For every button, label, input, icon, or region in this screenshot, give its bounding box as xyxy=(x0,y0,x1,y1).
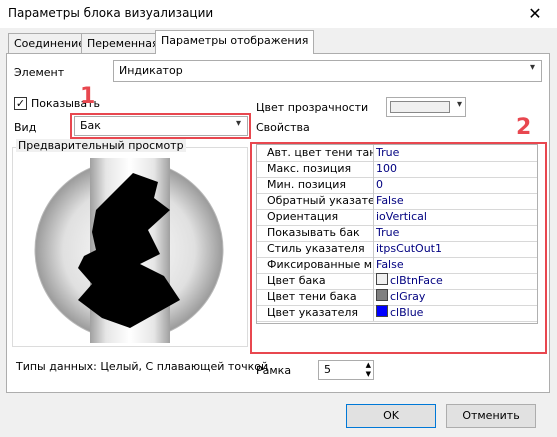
view-label: Вид xyxy=(14,121,37,134)
data-types-label: Типы данных: Целый, С плавающей точкой xyxy=(16,360,269,373)
annotation-box-2 xyxy=(250,142,547,354)
tab-display-params[interactable]: Параметры отображения xyxy=(155,30,315,54)
spin-up-icon[interactable]: ▲ xyxy=(366,361,371,370)
properties-label: Свойства xyxy=(256,121,310,134)
preview-label: Предварительный просмотр xyxy=(16,139,186,152)
close-icon[interactable]: ✕ xyxy=(520,4,550,24)
ok-button[interactable]: OK xyxy=(346,404,436,428)
spin-down-icon[interactable]: ▼ xyxy=(366,370,371,379)
chevron-down-icon: ▾ xyxy=(529,62,535,73)
frame-spinner[interactable]: 5 ▲ ▼ xyxy=(318,360,374,380)
element-select[interactable]: Индикатор ▾ xyxy=(113,60,542,82)
window-title: Параметры блока визуализации xyxy=(8,6,214,20)
cancel-button[interactable]: Отменить xyxy=(446,404,536,428)
transparency-label: Цвет прозрачности xyxy=(256,101,369,114)
tab-connection[interactable]: Соединение xyxy=(8,33,92,53)
frame-value[interactable]: 5 xyxy=(324,363,331,376)
transparency-color-select[interactable]: ▾ xyxy=(386,97,466,117)
title-bar: Параметры блока визуализации ✕ xyxy=(0,0,557,28)
tank-preview-image xyxy=(34,158,224,343)
element-select-value: Индикатор xyxy=(119,64,183,77)
annotation-box-1 xyxy=(70,113,251,139)
annotation-label-1: 1 xyxy=(80,84,96,109)
annotation-label-2: 2 xyxy=(516,115,532,140)
show-checkbox[interactable]: ✓ xyxy=(14,97,27,110)
element-label: Элемент xyxy=(14,66,65,79)
frame-label: Рамка xyxy=(256,364,292,377)
tab-variable[interactable]: Переменная xyxy=(81,33,165,53)
chevron-down-icon: ▾ xyxy=(456,99,462,110)
transparency-swatch xyxy=(390,101,450,113)
